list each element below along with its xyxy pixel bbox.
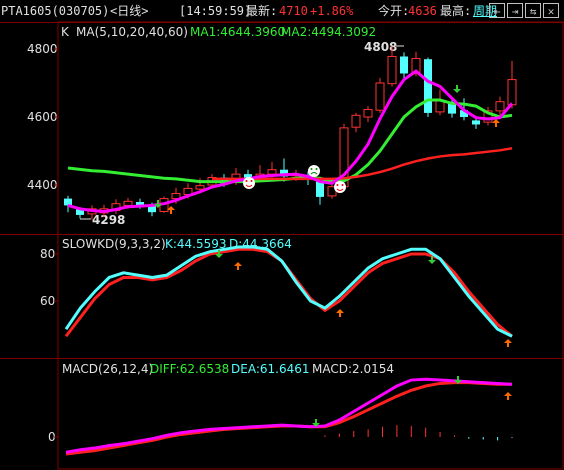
ma1-text: MA1:4644.3960 [190, 25, 285, 39]
candle-body [472, 120, 480, 125]
ma5-line [67, 69, 514, 214]
sell-arrow-icon [453, 85, 461, 93]
macd-diff-text: DIFF:62.6538 [150, 362, 229, 376]
macd-value-text: MACD:2.0154 [312, 362, 394, 376]
kd-d-line [64, 247, 513, 338]
candle-body [123, 200, 133, 206]
candle-body [316, 181, 324, 197]
y-tick-4800: 4800 [27, 42, 58, 56]
kd-title: SLOWKD(9,3,3,2) [62, 237, 166, 251]
candle-body [64, 198, 72, 206]
candle-body [375, 82, 385, 111]
kd-plot [64, 245, 513, 338]
kd-k-text: K:44.5593 [165, 237, 227, 251]
kd-k-line [64, 245, 513, 338]
macd-plot [65, 377, 513, 456]
macd-diff-line [65, 377, 513, 454]
ma10-line [67, 98, 513, 184]
y-tick-marks [54, 48, 58, 438]
candle-body [495, 101, 505, 112]
y-tick-4400: 4400 [27, 178, 58, 192]
ma-label: MA(5,10,20,40,60) [76, 25, 188, 39]
kd-tick-60: 60 [40, 294, 55, 308]
buy-arrow-icon [336, 309, 344, 317]
candle-body [387, 55, 397, 85]
buy-arrow-icon [504, 339, 512, 347]
buy-arrow-icon [234, 262, 242, 270]
candle-body [424, 59, 432, 113]
candle-body [351, 114, 361, 128]
frown-icon [308, 165, 320, 177]
macd-title: MACD(26,12,4) [62, 362, 153, 376]
buy-arrow-icon [492, 119, 500, 127]
low-annotation: 4298 [92, 213, 125, 227]
smiley-icon [334, 181, 346, 193]
kd-tick-80: 80 [40, 247, 55, 261]
candle-body [363, 109, 373, 118]
y-tick-4600: 4600 [27, 110, 58, 124]
main-plot [64, 46, 517, 220]
candle-body [267, 169, 277, 175]
candle-body [507, 79, 517, 106]
main-title: K [61, 25, 70, 39]
buy-arrow-icon [504, 392, 512, 400]
kline-chart[interactable]: 4800 4600 4400 80 60 0 K MA(5,10,20,40,6… [0, 0, 564, 470]
candle-body [400, 56, 408, 74]
smiley-icon [243, 177, 255, 189]
candle-body [195, 185, 205, 190]
ma2-text: MA2:4494.3092 [281, 25, 376, 39]
macd-dea-text: DEA:61.6461 [231, 362, 310, 376]
